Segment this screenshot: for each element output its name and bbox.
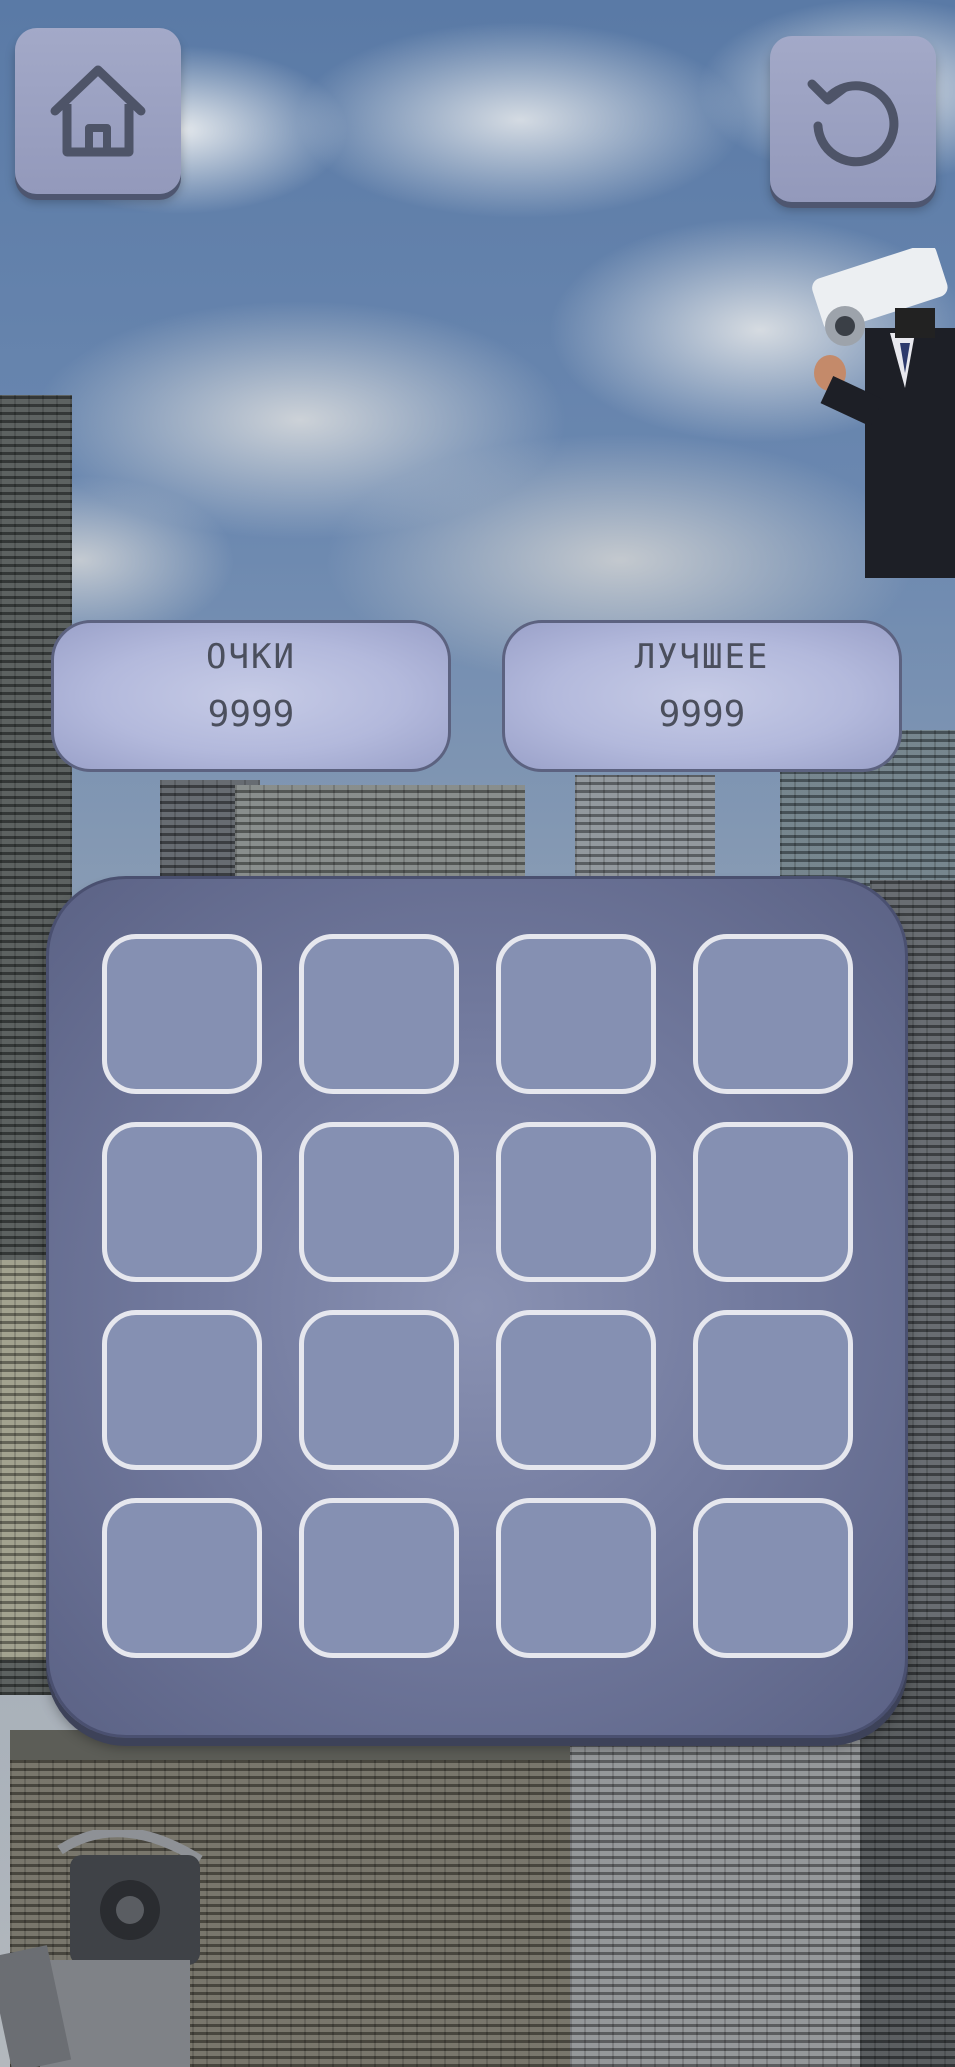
- board-cell: [299, 1122, 459, 1282]
- board-cell: [102, 1310, 262, 1470]
- board-cell: [693, 1310, 853, 1470]
- score-label: ОЧКИ: [206, 637, 296, 677]
- home-button[interactable]: [15, 28, 181, 194]
- camera-head-character: [812, 248, 955, 578]
- score-panel: ОЧКИ 9999: [51, 620, 451, 772]
- board-cell: [693, 934, 853, 1094]
- board-cell: [496, 1498, 656, 1658]
- restart-icon: [807, 79, 899, 167]
- board-cell: [496, 1122, 656, 1282]
- game-board[interactable]: [46, 876, 908, 1738]
- speaker-head-character: [0, 1830, 203, 2067]
- board-cell: [299, 1498, 459, 1658]
- best-score-label: ЛУЧШЕЕ: [634, 637, 770, 677]
- board-cell: [102, 1498, 262, 1658]
- board-cell: [102, 934, 262, 1094]
- board-cell: [693, 1498, 853, 1658]
- best-score-panel: ЛУЧШЕЕ 9999: [502, 620, 902, 772]
- best-score-value: 9999: [658, 694, 746, 735]
- restart-button[interactable]: [770, 36, 936, 202]
- skyscraper: [570, 1740, 870, 2067]
- score-value: 9999: [207, 694, 295, 735]
- board-cell: [496, 934, 656, 1094]
- board-cell: [102, 1122, 262, 1282]
- board-cell: [299, 934, 459, 1094]
- board-cell: [496, 1310, 656, 1470]
- board-cell: [299, 1310, 459, 1470]
- home-icon: [50, 65, 146, 157]
- board-cell: [693, 1122, 853, 1282]
- tile-grid: [102, 934, 853, 1658]
